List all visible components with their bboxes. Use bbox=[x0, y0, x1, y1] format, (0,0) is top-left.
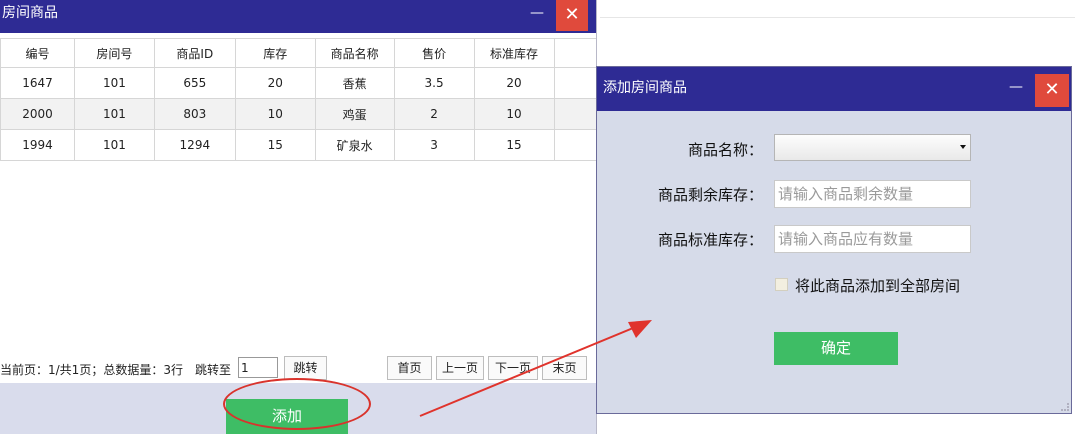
window-title: 房间商品 bbox=[2, 5, 58, 21]
prev-page-button[interactable]: 上一页 bbox=[436, 356, 484, 380]
cell-room: 101 bbox=[73, 129, 155, 161]
standard-stock-label: 商品标准库存： bbox=[657, 231, 763, 249]
last-page-button[interactable]: 末页 bbox=[542, 356, 587, 380]
table-header-row: 编号 房间号 商品ID 库存 商品名称 售价 标准库存 bbox=[0, 38, 596, 68]
goods-name-label: 商品名称： bbox=[687, 141, 763, 159]
cell-filler bbox=[553, 129, 596, 161]
cell-goods-name: 香蕉 bbox=[314, 67, 395, 99]
goods-table-area: 编号 房间号 商品ID 库存 商品名称 售价 标准库存 1647 101 655… bbox=[0, 33, 596, 353]
add-room-goods-dialog: 添加房间商品 — ✕ 商品名称： 商品剩余库存： 请输入商品剩余数量 商品标准库… bbox=[596, 66, 1072, 414]
column-header[interactable]: 标准库存 bbox=[473, 38, 555, 68]
cell-stock: 20 bbox=[234, 67, 316, 99]
cell-goods-name: 鸡蛋 bbox=[314, 98, 395, 130]
close-icon[interactable]: ✕ bbox=[1035, 74, 1069, 107]
cell-id: 1994 bbox=[0, 129, 75, 161]
highlight-circle bbox=[223, 378, 371, 430]
column-header[interactable]: 商品名称 bbox=[314, 38, 395, 68]
confirm-button[interactable]: 确定 bbox=[774, 332, 898, 365]
room-goods-window: 房间商品 — ✕ 编号 房间号 商品ID 库存 商品名称 售价 标准库存 164… bbox=[0, 0, 597, 434]
jump-page-input[interactable]: 1 bbox=[238, 357, 278, 378]
column-header[interactable]: 编号 bbox=[0, 38, 75, 68]
remaining-stock-label: 商品剩余库存： bbox=[657, 186, 763, 204]
page-info: 当前页：1/共1页；总数据量：3行 bbox=[0, 363, 183, 377]
cell-stock: 15 bbox=[234, 129, 316, 161]
cell-goods-id: 1294 bbox=[153, 129, 236, 161]
column-header[interactable]: 库存 bbox=[234, 38, 316, 68]
all-rooms-label[interactable]: 将此商品添加到全部房间 bbox=[795, 275, 960, 296]
cell-standard-stock: 20 bbox=[473, 67, 555, 99]
all-rooms-checkbox[interactable] bbox=[775, 278, 788, 291]
column-header[interactable]: 商品ID bbox=[153, 38, 236, 68]
standard-stock-input[interactable]: 请输入商品应有数量 bbox=[774, 225, 971, 253]
table-row[interactable]: 1647 101 655 20 香蕉 3.5 20 bbox=[0, 67, 596, 99]
column-header[interactable]: 售价 bbox=[393, 38, 475, 68]
dropdown-arrow-icon bbox=[960, 145, 966, 149]
goods-table: 编号 房间号 商品ID 库存 商品名称 售价 标准库存 1647 101 655… bbox=[0, 38, 596, 161]
dialog-title-bar[interactable]: 添加房间商品 — ✕ bbox=[597, 67, 1071, 111]
remaining-stock-input[interactable]: 请输入商品剩余数量 bbox=[774, 180, 971, 208]
cell-id: 1647 bbox=[0, 67, 75, 99]
cell-room: 101 bbox=[73, 98, 155, 130]
close-icon[interactable]: ✕ bbox=[556, 0, 588, 31]
cell-stock: 10 bbox=[234, 98, 316, 130]
first-page-button[interactable]: 首页 bbox=[387, 356, 432, 380]
cell-standard-stock: 15 bbox=[473, 129, 555, 161]
title-bar[interactable]: 房间商品 — ✕ bbox=[0, 0, 596, 33]
table-row[interactable]: 1994 101 1294 15 矿泉水 3 15 bbox=[0, 129, 596, 161]
cell-goods-name: 矿泉水 bbox=[314, 129, 395, 161]
goods-name-select[interactable] bbox=[774, 134, 971, 161]
minimize-icon[interactable]: — bbox=[1001, 75, 1031, 105]
column-header-filler bbox=[553, 38, 596, 68]
jump-label: 跳转至 bbox=[195, 363, 232, 377]
cell-price: 3.5 bbox=[393, 67, 475, 99]
resize-grip[interactable] bbox=[1061, 403, 1069, 411]
table-row[interactable]: 2000 101 803 10 鸡蛋 2 10 bbox=[0, 98, 596, 130]
cell-id: 2000 bbox=[0, 98, 75, 130]
cell-filler bbox=[553, 98, 596, 130]
next-page-button[interactable]: 下一页 bbox=[488, 356, 538, 380]
cell-filler bbox=[553, 67, 596, 99]
dialog-title: 添加房间商品 bbox=[603, 80, 687, 96]
cell-standard-stock: 10 bbox=[473, 98, 555, 130]
cell-goods-id: 803 bbox=[153, 98, 236, 130]
jump-button[interactable]: 跳转 bbox=[284, 356, 327, 380]
minimize-icon[interactable]: — bbox=[522, 1, 552, 31]
cell-room: 101 bbox=[73, 67, 155, 99]
background-divider bbox=[600, 17, 1075, 18]
column-header[interactable]: 房间号 bbox=[73, 38, 155, 68]
cell-goods-id: 655 bbox=[153, 67, 236, 99]
cell-price: 2 bbox=[393, 98, 475, 130]
cell-price: 3 bbox=[393, 129, 475, 161]
